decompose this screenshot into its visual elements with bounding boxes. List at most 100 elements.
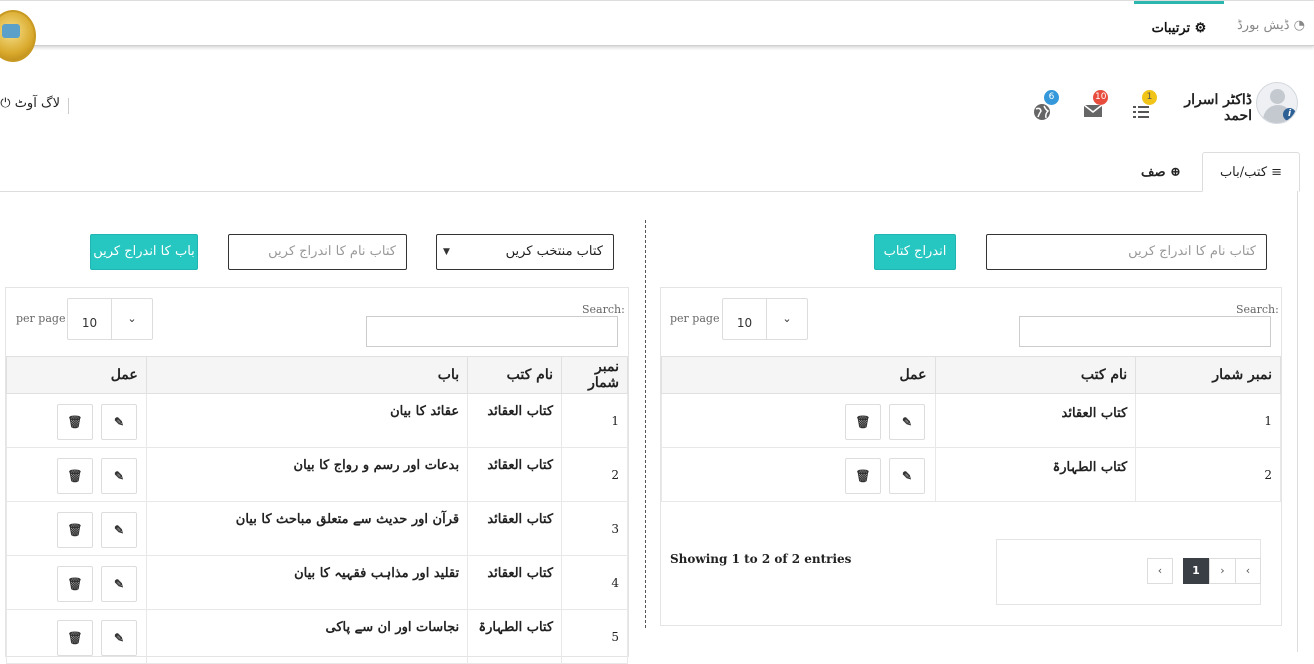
tasks-button[interactable]: 1 — [1133, 90, 1157, 126]
tab-saf[interactable]: ⊕ صف — [1130, 158, 1192, 188]
add-chapter-button[interactable]: باب کا اندراج کریں — [90, 234, 198, 270]
edit-button[interactable]: ✎ — [101, 620, 137, 656]
delete-button[interactable]: 🗑 — [57, 620, 93, 656]
trash-icon: 🗑 — [67, 415, 83, 429]
caret-down-icon: ▼ — [443, 247, 450, 257]
row-actions: ✎ 🗑 — [661, 393, 936, 448]
content-border — [1297, 191, 1298, 652]
book-name-cell: کتاب العقائد — [934, 393, 1137, 448]
delete-button[interactable]: 🗑 — [57, 404, 93, 440]
pencil-icon: ✎ — [113, 415, 125, 429]
table-header-row: عمل نام کتب نمبر شمار — [661, 356, 1281, 394]
top-navbar: ⚙ ترتیبات ◔ ڈیش بورڈ — [0, 0, 1314, 46]
chapter-name-input[interactable]: کتاب نام کا اندراج کریں — [228, 234, 407, 270]
messages-badge: 10 — [1093, 90, 1109, 105]
nav-tab-settings[interactable]: ⚙ ترتیبات — [1134, 1, 1224, 46]
col-action: عمل — [6, 356, 147, 394]
book-name-cell: کتاب الطہارۃ — [934, 447, 1137, 502]
pagination-page-1[interactable]: 1 — [1183, 558, 1209, 584]
trash-icon: 🗑 — [855, 469, 871, 483]
book-name-cell: کتاب العقائد — [467, 447, 563, 502]
section-divider — [645, 220, 646, 628]
serial-cell: 1 — [1135, 393, 1281, 448]
user-name[interactable]: ڈاکٹر اسرار احمد — [1168, 92, 1252, 124]
pagination-last-button[interactable]: ‹ — [1235, 558, 1261, 584]
avatar[interactable]: i — [1256, 82, 1298, 124]
nav-dashboard-label: ڈیش بورڈ — [1237, 18, 1290, 33]
serial-cell: 2 — [561, 447, 628, 502]
add-book-button[interactable]: اندراج کتاب — [874, 234, 956, 270]
messages-button[interactable]: 10 — [1083, 90, 1109, 124]
table-row: ✎ 🗑 عقائد کا بیان کتاب العقائد 1 — [6, 393, 628, 448]
col-serial[interactable]: نمبر شمار — [561, 356, 628, 394]
delete-button[interactable]: 🗑 — [57, 512, 93, 548]
book-select-value: کتاب منتخب کریں — [505, 244, 603, 259]
edit-button[interactable]: ✎ — [101, 512, 137, 548]
edit-button[interactable]: ✎ — [889, 404, 925, 440]
delete-button[interactable]: 🗑 — [845, 458, 881, 494]
chapters-search-input[interactable] — [366, 316, 618, 347]
books-search-label: Search: — [1236, 303, 1279, 316]
pencil-icon: ✎ — [113, 523, 125, 537]
globe-button[interactable]: 6 — [1032, 90, 1059, 124]
chapter-cell: نجاسات اور ان سے پاکی — [145, 609, 469, 664]
trash-icon: 🗑 — [67, 631, 83, 645]
nav-settings-label: ترتیبات — [1151, 21, 1191, 36]
edit-button[interactable]: ✎ — [889, 458, 925, 494]
books-table: عمل نام کتب نمبر شمار ✎ 🗑 کتاب العقائد 1… — [661, 356, 1281, 502]
pagination-next-button[interactable]: › — [1209, 558, 1235, 584]
col-book-name[interactable]: نام کتب — [467, 356, 563, 394]
serial-cell: 5 — [561, 609, 628, 664]
info-icon: i — [1283, 108, 1296, 121]
col-chapter[interactable]: باب — [145, 356, 469, 394]
books-per-page-value: 10 — [723, 299, 767, 339]
delete-button[interactable]: 🗑 — [57, 566, 93, 602]
trash-icon: 🗑 — [67, 577, 83, 591]
delete-button[interactable]: 🗑 — [845, 404, 881, 440]
chapters-per-page-label: per page — [16, 312, 66, 325]
chapter-cell: بدعات اور رسم و رواج کا بیان — [145, 447, 469, 502]
col-serial[interactable]: نمبر شمار — [1135, 356, 1281, 394]
serial-cell: 3 — [561, 501, 628, 556]
col-book-name[interactable]: نام کتب — [934, 356, 1137, 394]
tabs-underline — [0, 191, 1298, 192]
chevron-down-icon: ⌄ — [782, 312, 792, 325]
book-name-cell: کتاب العقائد — [467, 555, 563, 610]
pencil-icon: ✎ — [901, 469, 913, 483]
chevron-down-icon: ⌄ — [127, 312, 137, 325]
delete-button[interactable]: 🗑 — [57, 458, 93, 494]
edit-button[interactable]: ✎ — [101, 404, 137, 440]
edit-button[interactable]: ✎ — [101, 566, 137, 602]
book-select[interactable]: کتاب منتخب کریں ▼ — [436, 234, 614, 270]
book-name-cell: کتاب الطہارۃ — [467, 609, 563, 664]
pencil-icon: ✎ — [113, 631, 125, 645]
book-name-cell: کتاب العقائد — [467, 393, 563, 448]
row-actions: ✎ 🗑 — [6, 447, 147, 502]
chapters-per-page-select[interactable]: 10 ⌄ — [67, 298, 153, 340]
dashboard-icon: ◔ — [1293, 18, 1305, 33]
globe-icon — [1034, 104, 1050, 120]
trash-icon: 🗑 — [855, 415, 871, 429]
pencil-icon: ✎ — [113, 469, 125, 483]
book-name-input[interactable]: کتاب نام کا اندراج کریں — [986, 234, 1267, 270]
table-row: ✎ 🗑 بدعات اور رسم و رواج کا بیان کتاب ال… — [6, 447, 628, 502]
books-per-page-select[interactable]: 10 ⌄ — [722, 298, 808, 340]
tab-kutub-bab[interactable]: ≡ کتب/باب — [1202, 152, 1300, 192]
trash-icon: 🗑 — [67, 469, 83, 483]
row-actions: ✎ 🗑 — [6, 555, 147, 610]
edit-button[interactable]: ✎ — [101, 458, 137, 494]
power-icon: ⏻ — [0, 96, 11, 111]
nav-tab-dashboard[interactable]: ◔ ڈیش بورڈ — [1236, 1, 1306, 46]
logout-link[interactable]: لاگ آوٹ ⏻ — [0, 96, 60, 111]
books-search-input[interactable] — [1019, 316, 1271, 347]
serial-cell: 2 — [1135, 447, 1281, 502]
list-icon — [1133, 106, 1149, 118]
chapters-search-label: Search: — [582, 303, 625, 316]
table-row: ✎ 🗑 قرآن اور حدیث سے متعلق مباحث کا بیان… — [6, 501, 628, 556]
menu-icon: ≡ — [1271, 165, 1283, 180]
book-name-cell: کتاب العقائد — [467, 501, 563, 556]
pagination-prev-button[interactable]: ‹ — [1147, 558, 1173, 584]
table-row: ✎ 🗑 کتاب الطہارۃ 2 — [661, 447, 1281, 502]
chapters-per-page-value: 10 — [68, 299, 112, 339]
books-showing-info: Showing 1 to 2 of 2 entries — [670, 552, 852, 566]
